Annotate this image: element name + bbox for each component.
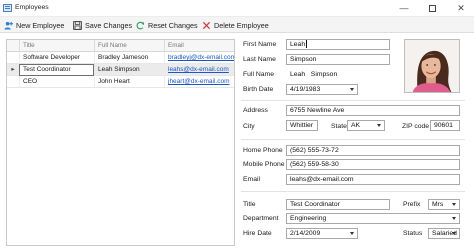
home-phone-field[interactable]: (562) 555-73-72 xyxy=(286,145,460,156)
status-dropdown[interactable]: Salaried xyxy=(428,228,460,239)
prefix-label: Prefix xyxy=(403,201,421,208)
cell-email-link[interactable]: jheart@dx-email.com xyxy=(164,76,234,88)
table-row[interactable]: ▸ Test Coordinator Leah Simpson leahs@dx… xyxy=(7,64,234,76)
window-titlebar: Employees — ✕ xyxy=(0,0,474,17)
section-divider xyxy=(241,191,465,192)
cell-full-name[interactable]: Leah Simpson xyxy=(94,64,164,76)
floppy-disk-icon xyxy=(73,20,82,30)
maximize-icon xyxy=(428,5,436,13)
home-phone-label: Home Phone xyxy=(243,147,283,154)
grid-header: Title Full Name Email xyxy=(7,40,234,52)
save-changes-button[interactable]: Save Changes xyxy=(73,19,132,31)
maximize-button[interactable] xyxy=(422,2,442,14)
hire-date-picker[interactable]: 2/14/2009 xyxy=(286,228,358,239)
cell-full-name[interactable]: John Heart xyxy=(94,76,164,88)
column-header-email[interactable]: Email xyxy=(164,40,234,52)
full-name-label: Full Name xyxy=(243,71,274,78)
zip-code-field[interactable]: 90601 xyxy=(430,120,460,131)
birth-date-picker[interactable]: 4/19/1983 xyxy=(286,84,358,95)
title-label: Title xyxy=(243,201,256,208)
prefix-dropdown[interactable]: Mrs xyxy=(428,199,460,210)
cell-title[interactable]: Software Developer xyxy=(19,52,94,64)
email-label: Email xyxy=(243,176,260,183)
cell-full-name[interactable]: Bradley Jameson xyxy=(94,52,164,64)
title-field[interactable]: Test Coordinator xyxy=(286,199,390,210)
cell-email-link[interactable]: bradleyj@dx-email.com xyxy=(164,52,234,64)
employee-photo-image xyxy=(405,40,459,92)
window-title: Employees xyxy=(15,4,49,11)
department-dropdown[interactable]: Engineering xyxy=(286,213,460,224)
first-name-field[interactable]: Leah xyxy=(286,39,390,50)
cell-title[interactable]: Test Coordinator xyxy=(19,64,94,76)
mobile-phone-field[interactable]: (562) 559-58-30 xyxy=(286,159,460,170)
employee-photo xyxy=(404,39,460,93)
delete-employee-button[interactable]: Delete Employee xyxy=(202,19,269,31)
row-indicator-header xyxy=(7,40,19,52)
section-divider xyxy=(241,100,465,101)
row-indicator xyxy=(7,52,19,64)
minimize-button[interactable]: — xyxy=(394,2,414,14)
status-label: Status xyxy=(403,230,423,237)
address-label: Address xyxy=(243,107,268,114)
department-label: Department xyxy=(243,215,279,222)
text-caret xyxy=(306,40,308,49)
mobile-phone-label: Mobile Phone xyxy=(243,161,285,168)
toolbar: New Employee Save Changes Reset Changes … xyxy=(0,17,474,33)
city-field[interactable]: Whittier xyxy=(286,120,318,131)
close-window-button[interactable]: ✕ xyxy=(451,2,471,14)
state-dropdown[interactable]: AK xyxy=(347,120,385,131)
last-name-field[interactable]: Simpson xyxy=(286,54,390,65)
last-name-label: Last Name xyxy=(243,56,276,63)
first-name-label: First Name xyxy=(243,41,277,48)
section-divider xyxy=(241,139,465,140)
city-label: City xyxy=(243,123,255,130)
zip-code-label: ZIP code xyxy=(402,123,430,130)
full-name-value: Leah Simpson xyxy=(290,71,338,78)
refresh-icon xyxy=(136,21,145,29)
employees-grid[interactable]: Title Full Name Email Software Developer… xyxy=(6,39,235,246)
reset-changes-button[interactable]: Reset Changes xyxy=(136,19,198,31)
new-employee-button[interactable]: New Employee xyxy=(4,19,64,31)
cell-title[interactable]: CEO xyxy=(19,76,94,88)
state-label: State xyxy=(331,123,347,130)
address-field[interactable]: 6755 Newline Ave xyxy=(286,105,460,116)
hire-date-label: Hire Date xyxy=(243,230,272,237)
row-indicator xyxy=(7,76,19,88)
email-field[interactable]: leahs@dx-email.com xyxy=(286,174,460,185)
table-row[interactable]: CEO John Heart jheart@dx-email.com xyxy=(7,76,234,88)
close-x-icon xyxy=(202,21,211,29)
person-add-icon xyxy=(4,21,13,30)
cell-email-link[interactable]: leahs@dx-email.com xyxy=(164,64,234,76)
row-indicator: ▸ xyxy=(11,66,15,73)
column-header-full-name[interactable]: Full Name xyxy=(94,40,164,52)
birth-date-label: Birth Date xyxy=(243,86,274,93)
column-header-title[interactable]: Title xyxy=(19,40,94,52)
app-icon xyxy=(3,4,12,12)
table-row[interactable]: Software Developer Bradley Jameson bradl… xyxy=(7,52,234,64)
